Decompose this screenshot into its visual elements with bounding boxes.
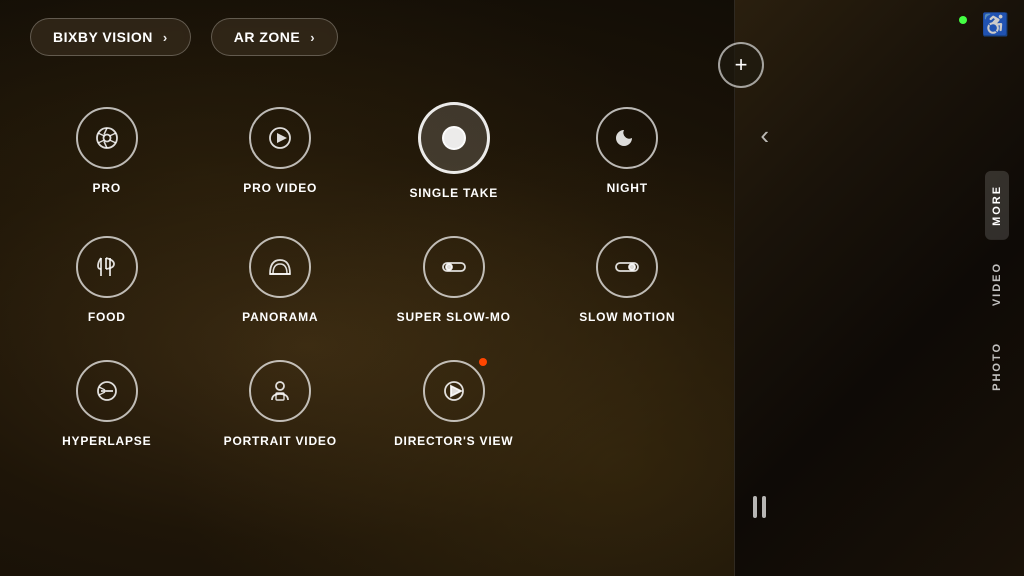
vertical-mode-tabs: MORE VIDEO PHOTO	[985, 171, 1009, 405]
food-svg	[92, 252, 122, 282]
bixby-vision-button[interactable]: BIXBY VISION ›	[30, 18, 191, 56]
status-dot-green	[959, 16, 967, 24]
portrait-video-icon	[249, 360, 311, 422]
night-icon	[596, 107, 658, 169]
ar-zone-label: AR ZONE	[234, 29, 301, 45]
play-circle-svg	[265, 123, 295, 153]
mode-hyperlapse[interactable]: HYPERLAPSE	[20, 342, 194, 466]
moon-svg	[612, 123, 642, 153]
tab-video[interactable]: VIDEO	[985, 248, 1009, 320]
tab-photo[interactable]: PHOTO	[985, 328, 1009, 405]
pro-video-icon	[249, 107, 311, 169]
food-label: FOOD	[88, 310, 126, 324]
portrait-video-label: PORTRAIT VIDEO	[224, 434, 337, 448]
single-take-label: SINGLE TAKE	[409, 186, 498, 200]
panorama-icon	[249, 236, 311, 298]
mode-single-take[interactable]: SINGLE TAKE	[367, 84, 541, 218]
back-button[interactable]: ‹	[760, 120, 769, 151]
mode-night[interactable]: NIGHT	[541, 84, 715, 218]
super-slow-mo-icon	[423, 236, 485, 298]
modes-panel: BIXBY VISION › AR ZONE ›	[0, 0, 734, 576]
mode-pro[interactable]: PRO	[20, 84, 194, 218]
pro-video-label: PRO VIDEO	[243, 181, 317, 195]
mode-panorama[interactable]: PANORAMA	[194, 218, 368, 342]
food-icon	[76, 236, 138, 298]
portrait-svg	[265, 376, 295, 406]
plus-icon: +	[735, 52, 748, 78]
pause-indicator	[753, 496, 766, 518]
mode-food[interactable]: FOOD	[20, 218, 194, 342]
pause-line-1	[753, 496, 757, 518]
super-slow-mo-label: SUPER SLOW-MO	[397, 310, 511, 324]
top-action-bar: BIXBY VISION › AR ZONE ›	[0, 0, 734, 74]
night-label: NIGHT	[607, 181, 648, 195]
back-chevron-icon: ‹	[760, 120, 769, 150]
pro-label: PRO	[93, 181, 121, 195]
accessibility-icon: ♿	[982, 12, 1009, 38]
hyperlapse-svg	[92, 376, 122, 406]
mode-slow-motion[interactable]: SLOW MOTION	[541, 218, 715, 342]
toggle-right-svg	[612, 252, 642, 282]
panorama-svg	[265, 252, 295, 282]
directors-view-svg	[439, 376, 469, 406]
mode-super-slow-mo[interactable]: SUPER SLOW-MO	[367, 218, 541, 342]
single-take-icon	[418, 102, 490, 174]
panorama-label: PANORAMA	[242, 310, 318, 324]
aperture-svg	[92, 123, 122, 153]
mode-pro-video[interactable]: PRO VIDEO	[194, 84, 368, 218]
right-panel-controls: ♿ MORE VIDEO PHOTO	[734, 0, 1024, 576]
tab-more[interactable]: MORE	[985, 171, 1009, 240]
add-mode-button[interactable]: +	[718, 42, 764, 88]
directors-view-dot	[479, 358, 487, 366]
slow-motion-label: SLOW MOTION	[579, 310, 675, 324]
bixby-chevron-icon: ›	[163, 30, 168, 45]
top-right-icon-bar: ♿	[734, 0, 1024, 50]
directors-view-label: DIRECTOR'S VIEW	[394, 434, 513, 448]
toggle-left-svg	[439, 252, 469, 282]
pause-line-2	[762, 496, 766, 518]
mode-directors-view[interactable]: DIRECTOR'S VIEW	[367, 342, 541, 466]
hyperlapse-icon	[76, 360, 138, 422]
camera-modes-grid: PRO PRO VIDEO SINGLE TAKE	[0, 74, 734, 476]
hyperlapse-label: HYPERLAPSE	[62, 434, 151, 448]
bixby-vision-label: BIXBY VISION	[53, 29, 153, 45]
pro-icon	[76, 107, 138, 169]
directors-view-icon	[423, 360, 485, 422]
slow-motion-icon	[596, 236, 658, 298]
mode-portrait-video[interactable]: PORTRAIT VIDEO	[194, 342, 368, 466]
ar-zone-chevron-icon: ›	[310, 30, 315, 45]
ar-zone-button[interactable]: AR ZONE ›	[211, 18, 338, 56]
